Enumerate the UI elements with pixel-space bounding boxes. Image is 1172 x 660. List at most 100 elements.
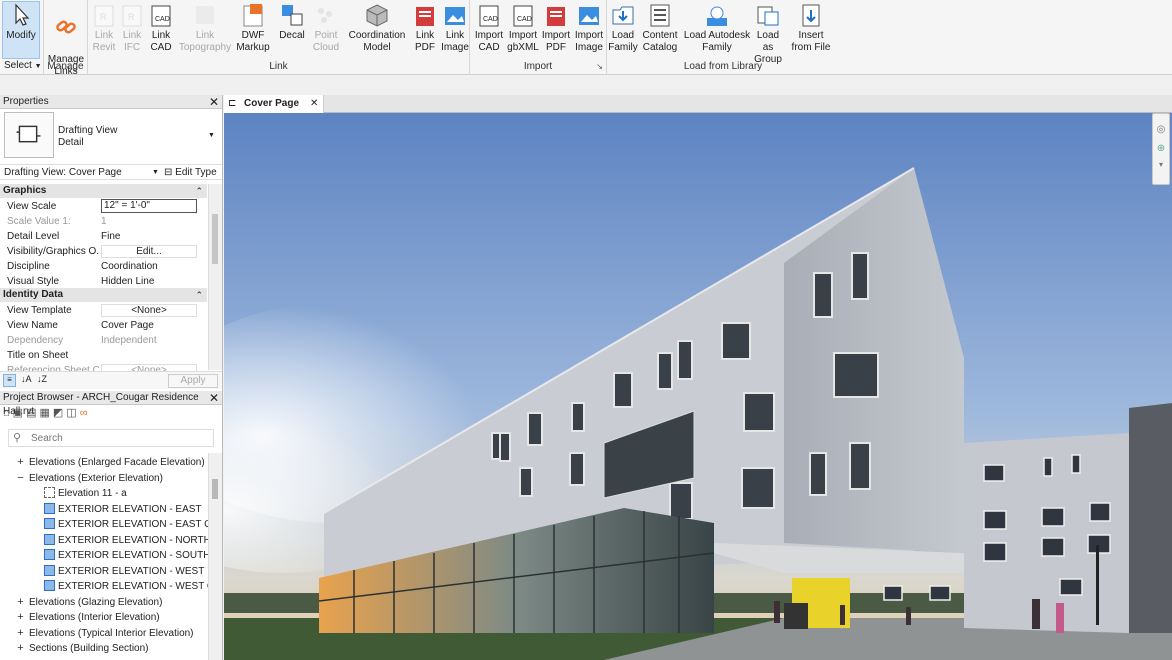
browser-tree-item[interactable]: EXTERIOR ELEVATION - EAST COURT <box>44 517 208 532</box>
identity-section[interactable]: Identity Data ⌃ <box>0 288 207 302</box>
import-pdf-button[interactable]: Import PDF <box>540 2 572 54</box>
chevron-down-icon[interactable]: ▼ <box>208 132 215 139</box>
browser-tree-item[interactable]: EXTERIOR ELEVATION - SOUTH <box>44 548 208 563</box>
links-icon[interactable]: ∞ <box>80 407 91 419</box>
link-revit-button[interactable]: R Link Revit <box>90 2 118 54</box>
graphics-section[interactable]: Graphics ⌃ <box>0 184 207 198</box>
load-as-group-button[interactable]: Load as Group <box>753 2 783 66</box>
point-cloud-button[interactable]: Point Cloud <box>310 2 342 54</box>
panel-launcher-icon[interactable]: ↘ <box>596 62 603 71</box>
browser-tree-item[interactable]: − Elevations (Exterior Elevation) <box>16 471 208 486</box>
browser-scrollbar[interactable] <box>208 453 222 660</box>
coordination-model-button[interactable]: Coordination Model <box>344 2 410 54</box>
link-pdf-button[interactable]: Link PDF <box>410 2 440 54</box>
schedules-icon[interactable]: ▦ <box>39 407 52 419</box>
expand-icon[interactable]: + <box>16 626 25 641</box>
property-key: Visibility/Graphics O... <box>7 246 99 257</box>
property-value[interactable]: 12" = 1'-0" <box>101 199 197 213</box>
property-row[interactable]: Scale Value 1: 1 <box>0 214 207 229</box>
browser-tree-item[interactable]: + Elevations (Enlarged Facade Elevation) <box>16 455 208 470</box>
property-row[interactable]: View Name Cover Page <box>0 318 207 333</box>
groups-icon[interactable]: ◫ <box>66 407 79 419</box>
sort-az-icon[interactable]: ↓A <box>21 374 32 384</box>
instance-filter[interactable]: Drafting View: Cover Page ▼ ⊟ Edit Type <box>0 164 222 180</box>
close-icon[interactable]: ✕ <box>310 95 318 112</box>
zoom-icon[interactable]: ⊕ <box>1153 143 1169 154</box>
catalog-icon <box>650 4 670 27</box>
views-icon[interactable]: ▣ <box>13 407 26 419</box>
import-image-button[interactable]: Import Image <box>572 2 606 54</box>
link-topography-button[interactable]: Link Topography <box>176 2 234 54</box>
expand-icon[interactable]: + <box>16 610 25 625</box>
property-row[interactable]: Visual Style Hidden Line <box>0 274 207 289</box>
insert-from-file-button[interactable]: Insert from File <box>787 2 835 54</box>
collapse-icon[interactable]: − <box>16 471 25 486</box>
tab-cover-page[interactable]: ⊏ Cover Page ✕ <box>224 95 324 113</box>
browser-tree-item[interactable]: EXTERIOR ELEVATION - WEST <box>44 564 208 579</box>
import-gbxml-button[interactable]: CAD Import gbXML <box>506 2 540 54</box>
import-cad-button[interactable]: CAD Import CAD <box>472 2 506 54</box>
close-icon[interactable]: ✕ <box>209 391 219 405</box>
load-family-button[interactable]: Load Family <box>607 2 639 54</box>
img-icon <box>445 7 465 25</box>
load-autodesk-family-button[interactable]: Load Autodesk Family <box>681 2 753 54</box>
close-icon[interactable]: ✕ <box>209 95 219 109</box>
browser-tree-item[interactable]: EXTERIOR ELEVATION - NORTH <box>44 533 208 548</box>
sort-grouped-icon[interactable]: ≡ <box>3 374 16 387</box>
browser-tree-item[interactable]: + Elevations (Typical Interior Elevation) <box>16 626 208 641</box>
identity-header: Identity Data <box>3 289 64 300</box>
folder-icon <box>612 6 634 25</box>
link-image-button[interactable]: Link Image <box>440 2 470 54</box>
expand-icon[interactable]: + <box>16 455 25 470</box>
dwf-markup-button[interactable]: DWF Markup <box>234 2 272 54</box>
browser-tree-item[interactable]: + Elevations (Glazing Elevation) <box>16 595 208 610</box>
property-value[interactable]: Edit... <box>101 245 197 258</box>
elevation-view-icon <box>44 533 55 545</box>
chevron-down-icon[interactable]: ▾ <box>1153 160 1169 169</box>
property-row[interactable]: View Scale 12" = 1'-0" <box>0 199 207 214</box>
property-value[interactable]: Coordination <box>101 259 197 274</box>
browser-tree-item[interactable]: Elevation 11 - a <box>44 486 208 501</box>
decal-button[interactable]: Decal <box>274 2 310 42</box>
modify-button[interactable]: Modify <box>2 1 40 59</box>
type-family-name: Drafting View <box>58 125 118 136</box>
sheets-icon[interactable]: ▤ <box>26 407 39 419</box>
property-value[interactable]: Hidden Line <box>101 274 197 289</box>
browser-search[interactable]: ⚲ <box>8 429 214 447</box>
steering-wheel-icon[interactable]: ◎ <box>1153 124 1169 135</box>
apply-button[interactable]: Apply <box>168 374 218 388</box>
property-value[interactable]: Cover Page <box>101 318 197 333</box>
property-row[interactable]: View Template <None> <box>0 303 207 318</box>
drafting-view-icon: ⊏ <box>228 98 237 109</box>
property-value[interactable]: Fine <box>101 229 197 244</box>
browser-tree-item[interactable]: EXTERIOR ELEVATION - WEST COURT <box>44 579 208 594</box>
properties-header: Properties ✕ <box>0 95 222 109</box>
edit-type-button[interactable]: ⊟ Edit Type <box>164 165 217 180</box>
link-cad-button[interactable]: CAD Link CAD <box>146 2 176 54</box>
content-catalog-button[interactable]: Content Catalog <box>641 2 679 54</box>
sort-za-icon[interactable]: ↓Z <box>37 374 47 384</box>
select-dropdown[interactable]: Select ▼ <box>4 60 42 71</box>
property-value[interactable]: <None> <box>101 304 197 317</box>
properties-scrollbar[interactable] <box>208 184 222 370</box>
expand-icon[interactable]: + <box>16 595 25 610</box>
scrollbar-thumb[interactable] <box>212 214 218 264</box>
expand-icon[interactable]: + <box>16 641 25 656</box>
home-icon[interactable]: ⌂ <box>3 407 13 419</box>
view-canvas[interactable]: ◎ ⊕ ▾ <box>224 113 1172 660</box>
browser-tree-item[interactable]: EXTERIOR ELEVATION - EAST <box>44 502 208 517</box>
property-row[interactable]: Title on Sheet <box>0 348 207 363</box>
type-selector[interactable]: Drafting View Detail <box>58 125 117 149</box>
scrollbar-thumb[interactable] <box>212 479 218 499</box>
property-row[interactable]: Dependency Independent <box>0 333 207 348</box>
property-row[interactable]: Discipline Coordination <box>0 259 207 274</box>
property-key: View Scale <box>7 201 57 212</box>
link-ifc-button[interactable]: R Link IFC <box>118 2 146 54</box>
browser-tree-item[interactable]: + Elevations (Interior Elevation) <box>16 610 208 625</box>
property-row[interactable]: Visibility/Graphics O... Edit... <box>0 244 207 259</box>
property-row[interactable]: Detail Level Fine <box>0 229 207 244</box>
search-input[interactable] <box>31 431 211 445</box>
browser-tree-item[interactable]: + Sections (Building Section) <box>16 641 208 656</box>
families-icon[interactable]: ◩ <box>53 407 66 419</box>
link-panel: R Link Revit R Link IFC CAD Link CAD Link Topo… <box>88 0 470 75</box>
